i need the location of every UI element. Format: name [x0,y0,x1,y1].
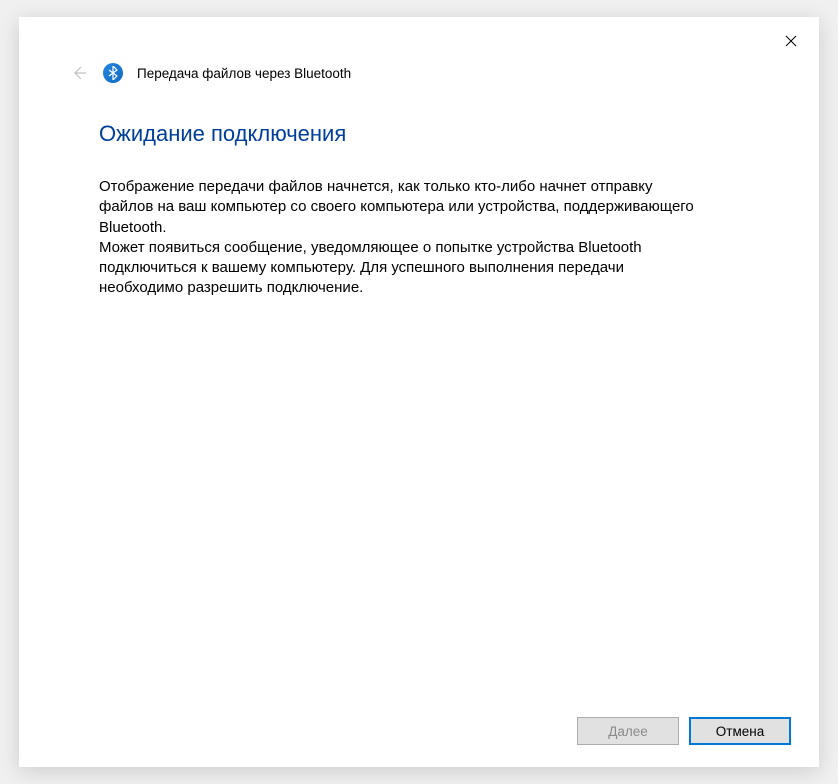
bluetooth-transfer-dialog: Передача файлов через Bluetooth Ожидание… [19,17,819,767]
cancel-button[interactable]: Отмена [689,717,791,745]
page-heading: Ожидание подключения [99,121,739,147]
next-button: Далее [577,717,679,745]
back-button [69,63,89,83]
back-arrow-icon [71,65,87,81]
close-button[interactable] [781,31,801,51]
titlebar [19,17,819,59]
window-title: Передача файлов через Bluetooth [137,66,351,81]
bluetooth-icon [103,63,123,83]
body-text: Отображение передачи файлов начнется, ка… [99,177,709,299]
footer: Далее Отмена [19,699,819,767]
header-row: Передача файлов через Bluetooth [19,63,819,83]
close-icon [785,35,797,47]
content-area: Ожидание подключения Отображение передач… [19,83,819,699]
